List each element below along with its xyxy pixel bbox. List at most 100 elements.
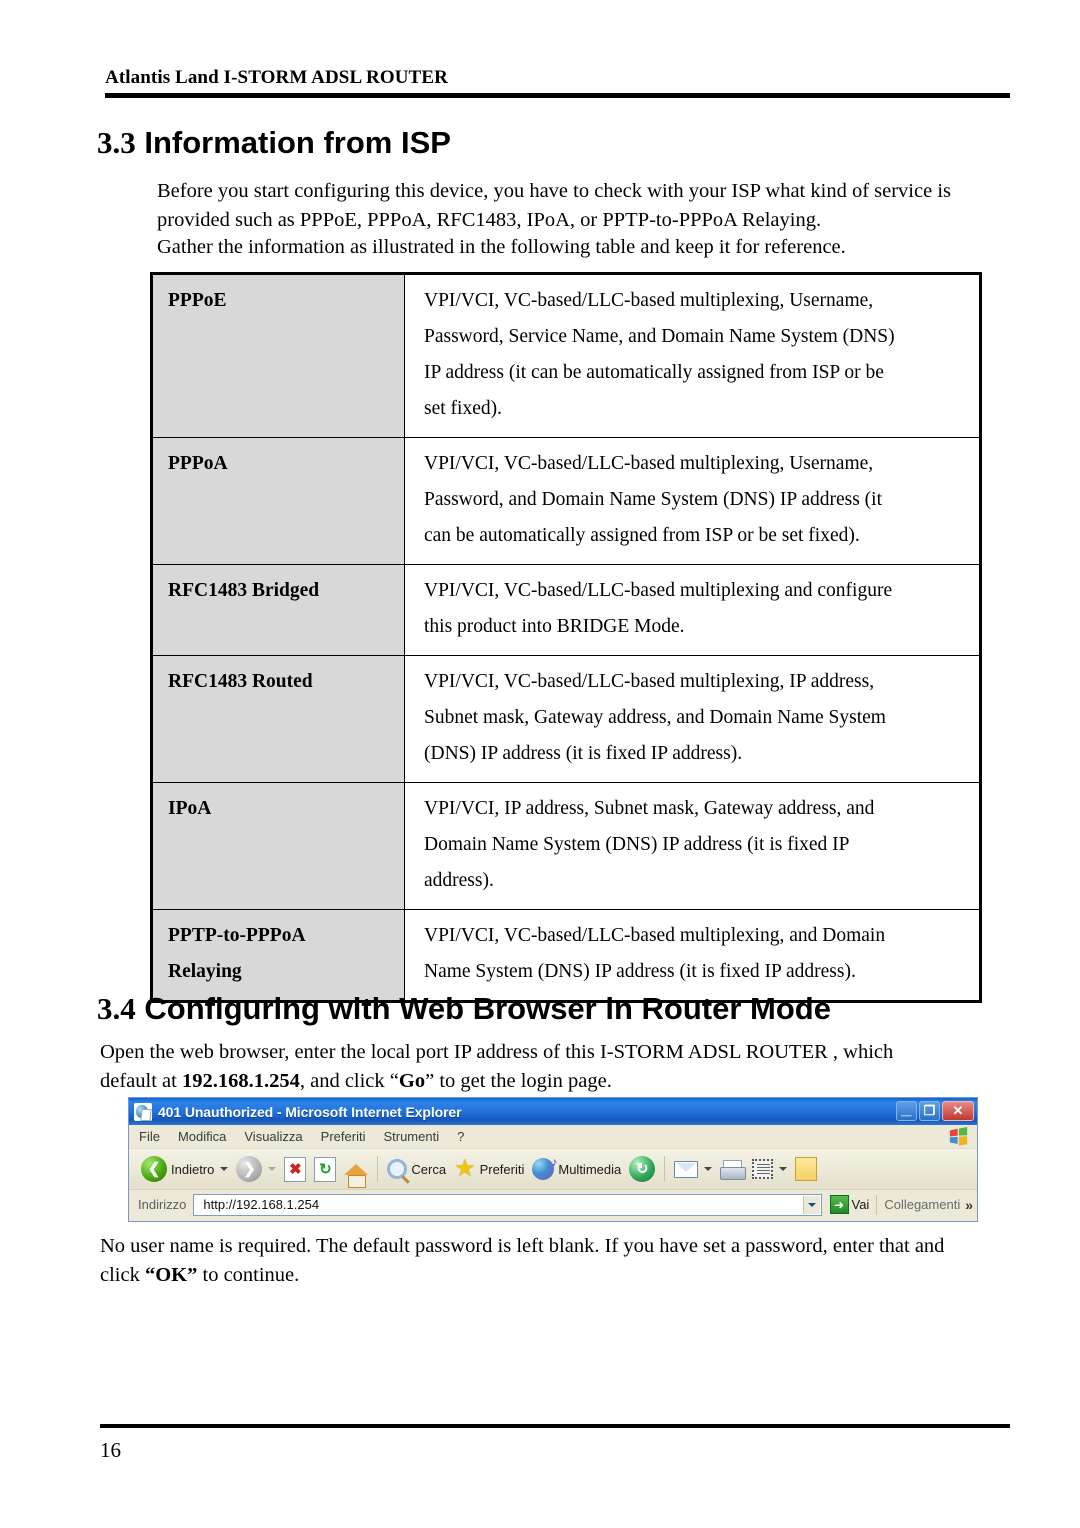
internet-explorer-icon — [134, 1102, 152, 1121]
table-row: PPPoA VPI/VCI, VC-based/LLC-based multip… — [151, 437, 981, 565]
menu-item-modifica[interactable]: Modifica — [178, 1129, 226, 1144]
section-title-3-4: Configuring with Web Browser in Router M… — [144, 991, 831, 1026]
browser-window-title: 401 Unauthorized - Microsoft Internet Ex… — [158, 1103, 462, 1120]
address-input-value: http://192.168.1.254 — [203, 1197, 320, 1212]
stop-icon: ✖ — [284, 1156, 307, 1182]
star-icon: ★ — [454, 1155, 476, 1182]
login-instruction-line-1: No user name is required. The default pa… — [100, 1235, 945, 1257]
running-header: Atlantis Land I-STORM ADSL ROUTER — [105, 67, 1010, 98]
history-icon: ↻ — [629, 1156, 656, 1182]
multimedia-button[interactable]: Multimedia — [528, 1152, 625, 1186]
windows-flag-icon — [949, 1127, 968, 1146]
notes-button[interactable] — [791, 1152, 821, 1186]
table-value-line: VPI/VCI, VC-based/LLC-based multiplexing… — [424, 580, 893, 601]
mail-button[interactable] — [670, 1152, 716, 1186]
page-number: 16 — [100, 1438, 121, 1462]
table-key-line: PPTP-to-PPPoA — [168, 925, 306, 946]
minimize-button[interactable]: _ — [896, 1098, 917, 1121]
browser-instruction-text-a: default at — [100, 1070, 182, 1092]
section-title-3-3: Information from ISP — [144, 125, 451, 160]
table-cell-key: PPPoA — [151, 437, 405, 565]
header-divider — [105, 92, 1010, 98]
intro-paragraph-2: Gather the information as illustrated in… — [157, 236, 846, 258]
table-value-line: Password, Service Name, and Domain Name … — [424, 326, 895, 347]
go-button[interactable]: Vai — [829, 1195, 870, 1214]
table-value-line: address). — [424, 870, 494, 891]
forward-history-chevron-down-icon[interactable] — [268, 1167, 277, 1171]
table-cell-value: VPI/VCI, VC-based/LLC-based multiplexing… — [404, 564, 981, 656]
address-input[interactable]: http://192.168.1.254 — [193, 1193, 822, 1216]
menu-item-strumenti[interactable]: Strumenti — [383, 1129, 439, 1144]
login-instruction-text-c: to continue. — [197, 1264, 300, 1286]
browser-instruction-paragraph: Open the web browser, enter the local po… — [100, 1038, 1015, 1096]
toolbar-separator — [377, 1156, 379, 1182]
table-cell-value: VPI/VCI, IP address, Subnet mask, Gatewa… — [404, 782, 981, 910]
multimedia-globe-icon — [532, 1155, 557, 1180]
intro-paragraph-1-line-2: provided such as PPPoE, PPPoA, RFC1483, … — [157, 209, 822, 231]
back-arrow-icon: ❮ — [141, 1156, 167, 1182]
restore-button[interactable]: ❐ — [919, 1101, 940, 1121]
table-value-line: VPI/VCI, IP address, Subnet mask, Gatewa… — [424, 798, 875, 819]
close-icon: ✕ — [952, 1103, 964, 1118]
mail-chevron-down-icon[interactable] — [704, 1167, 713, 1171]
print-button[interactable] — [716, 1152, 748, 1186]
table-row: IPoA VPI/VCI, IP address, Subnet mask, G… — [151, 782, 981, 910]
go-keyword: Go — [398, 1070, 426, 1092]
edit-button[interactable] — [748, 1152, 791, 1186]
menu-item-preferiti[interactable]: Preferiti — [321, 1129, 366, 1144]
internet-explorer-window: 401 Unauthorized - Microsoft Internet Ex… — [128, 1097, 978, 1222]
stop-button[interactable]: ✖ — [280, 1152, 310, 1186]
section-number-3-3: 3.3 — [97, 125, 136, 160]
history-button[interactable]: ↻ — [625, 1152, 659, 1186]
minimize-icon: _ — [901, 1098, 912, 1118]
chevron-down-icon — [807, 1202, 816, 1207]
table-value-line: IP address (it can be automatically assi… — [424, 362, 884, 383]
search-button[interactable]: Cerca — [383, 1152, 450, 1186]
document-page: Atlantis Land I-STORM ADSL ROUTER 3.3 In… — [0, 0, 1080, 1528]
table-value-line: Domain Name System (DNS) IP address (it … — [424, 834, 850, 855]
table-cell-value: VPI/VCI, VC-based/LLC-based multiplexing… — [404, 273, 981, 438]
browser-title-bar: 401 Unauthorized - Microsoft Internet Ex… — [129, 1098, 977, 1125]
overflow-chevron-icon[interactable]: » — [965, 1197, 973, 1213]
back-history-chevron-down-icon[interactable] — [220, 1167, 229, 1171]
address-bar-separator — [876, 1194, 878, 1215]
table-cell-key: PPPoE — [151, 273, 405, 438]
browser-address-bar: Indirizzo http://192.168.1.254 Vai Colle… — [129, 1190, 977, 1219]
refresh-button[interactable]: ↻ — [310, 1152, 340, 1186]
table-value-line: can be automatically assigned from ISP o… — [424, 525, 860, 546]
home-button[interactable] — [340, 1152, 372, 1188]
home-icon — [344, 1163, 369, 1188]
menu-item-help[interactable]: ? — [457, 1129, 464, 1144]
menu-item-visualizza[interactable]: Visualizza — [244, 1129, 302, 1144]
favorites-button-label: Preferiti — [479, 1161, 525, 1177]
close-button[interactable]: ✕ — [942, 1101, 974, 1121]
printer-icon — [720, 1159, 747, 1180]
menu-item-file[interactable]: File — [139, 1129, 160, 1144]
address-bar-label: Indirizzo — [138, 1197, 187, 1212]
table-cell-key: RFC1483 Routed — [151, 655, 405, 783]
forward-arrow-icon: ❯ — [236, 1156, 263, 1182]
table-value-line: (DNS) IP address (it is fixed IP address… — [424, 743, 743, 764]
table-value-line: VPI/VCI, VC-based/LLC-based multiplexing… — [424, 453, 874, 474]
favorites-button[interactable]: ★ Preferiti — [450, 1152, 528, 1186]
forward-button[interactable]: ❯ — [232, 1152, 280, 1186]
running-header-title: Atlantis Land I-STORM ADSL ROUTER — [105, 67, 448, 88]
edit-chevron-down-icon[interactable] — [779, 1167, 788, 1171]
links-bar-label[interactable]: Collegamenti — [884, 1197, 960, 1212]
table-row: RFC1483 Routed VPI/VCI, VC-based/LLC-bas… — [151, 655, 981, 783]
refresh-icon: ↻ — [314, 1156, 337, 1182]
table-value-line: set fixed). — [424, 398, 502, 419]
search-button-label: Cerca — [411, 1161, 447, 1177]
section-heading-3-4: 3.4 Configuring with Web Browser in Rout… — [97, 991, 831, 1027]
address-dropdown-button[interactable] — [802, 1195, 820, 1214]
browser-instruction-line-2: default at 192.168.1.254, and click “Go”… — [100, 1067, 1015, 1096]
footer-divider — [100, 1424, 1010, 1428]
search-icon — [387, 1159, 408, 1179]
go-button-label: Vai — [851, 1197, 870, 1212]
table-row: PPTP-to-PPPoA Relaying VPI/VCI, VC-based… — [151, 909, 981, 1002]
browser-instruction-line-1: Open the web browser, enter the local po… — [100, 1041, 894, 1063]
table-cell-value: VPI/VCI, VC-based/LLC-based multiplexing… — [404, 909, 981, 1002]
isp-information-table: PPPoE VPI/VCI, VC-based/LLC-based multip… — [150, 272, 982, 1003]
note-icon — [795, 1157, 818, 1181]
back-button[interactable]: ❮ Indietro — [137, 1152, 232, 1186]
